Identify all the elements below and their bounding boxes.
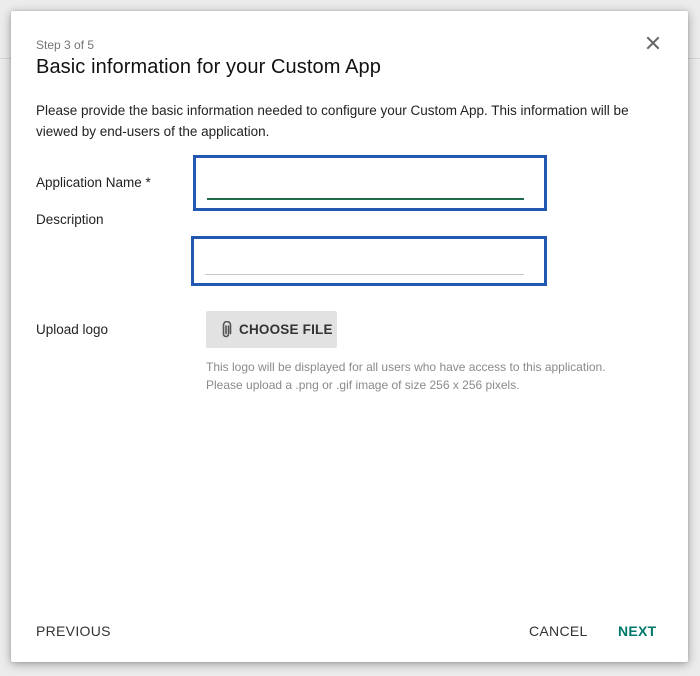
description-underline (205, 274, 524, 275)
upload-hint: This logo will be displayed for all user… (206, 358, 666, 394)
dialog-title: Basic information for your Custom App (36, 56, 381, 78)
paperclip-icon (220, 320, 232, 339)
description-input[interactable] (205, 252, 524, 272)
upload-hint-line1: This logo will be displayed for all user… (206, 360, 606, 374)
step-indicator: Step 3 of 5 (36, 38, 95, 52)
dialog-description: Please provide the basic information nee… (36, 103, 629, 139)
previous-button[interactable]: PREVIOUS (36, 623, 111, 639)
cancel-button[interactable]: CANCEL (529, 623, 588, 639)
choose-file-button[interactable]: CHOOSE FILE (206, 311, 337, 348)
custom-app-dialog: Step 3 of 5 Basic information for your C… (11, 11, 688, 662)
close-icon[interactable] (645, 35, 661, 51)
description-field-highlight (191, 236, 547, 286)
description-label: Description (36, 212, 104, 227)
next-button[interactable]: NEXT (618, 623, 657, 639)
choose-file-label: CHOOSE FILE (239, 322, 333, 337)
app-name-label: Application Name * (36, 175, 151, 190)
app-name-underline (207, 198, 524, 200)
upload-logo-label: Upload logo (36, 322, 109, 337)
upload-hint-line2: Please upload a .png or .gif image of si… (206, 378, 520, 392)
app-name-input[interactable] (207, 176, 524, 196)
app-name-field-highlight (193, 155, 547, 211)
